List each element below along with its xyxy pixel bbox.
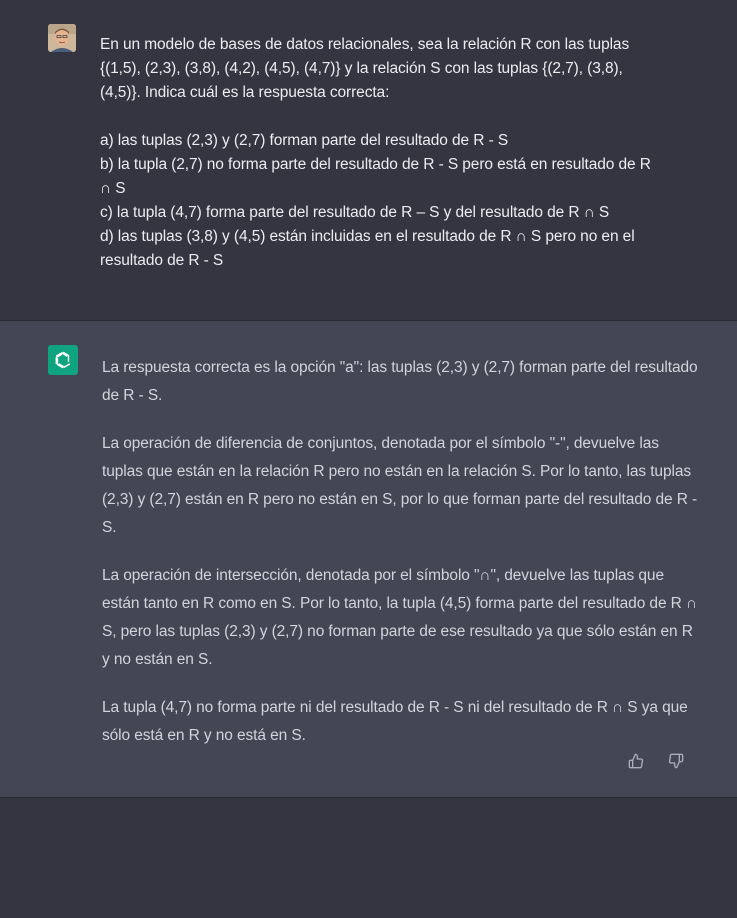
user-message-text: En un modelo de bases de datos relaciona… — [100, 33, 700, 273]
thumbs-down-icon[interactable] — [667, 752, 685, 770]
option-d: d) las tuplas (3,8) y (4,5) están inclui… — [100, 228, 635, 245]
option-a: a) las tuplas (2,3) y (2,7) forman parte… — [100, 132, 509, 149]
option-b-continued: ∩ S — [100, 180, 126, 197]
user-message-block: En un modelo de bases de datos relaciona… — [0, 0, 737, 321]
thumbs-up-icon[interactable] — [627, 752, 645, 770]
answer-paragraph: La tupla (4,7) no forma parte ni del res… — [102, 699, 688, 744]
question-line: {(1,5), (2,3), (3,8), (4,2), (4,5), (4,7… — [100, 60, 623, 77]
option-d-continued: resultado de R - S — [100, 252, 224, 269]
option-c: c) la tupla (4,7) forma parte del result… — [100, 204, 610, 221]
openai-logo-icon — [48, 345, 78, 375]
assistant-message-text: La respuesta correcta es la opción "a": … — [102, 354, 702, 770]
answer-paragraph: La operación de intersección, denotada p… — [102, 567, 698, 668]
answer-paragraph: La operación de diferencia de conjuntos,… — [102, 435, 698, 536]
user-avatar-icon — [48, 24, 76, 52]
question-line: En un modelo de bases de datos relaciona… — [100, 36, 630, 53]
bottom-area — [0, 798, 737, 918]
answer-paragraph: La respuesta correcta es la opción "a": … — [102, 359, 698, 404]
option-b: b) la tupla (2,7) no forma parte del res… — [100, 156, 651, 173]
question-line: (4,5)}. Indica cuál es la respuesta corr… — [100, 84, 390, 101]
